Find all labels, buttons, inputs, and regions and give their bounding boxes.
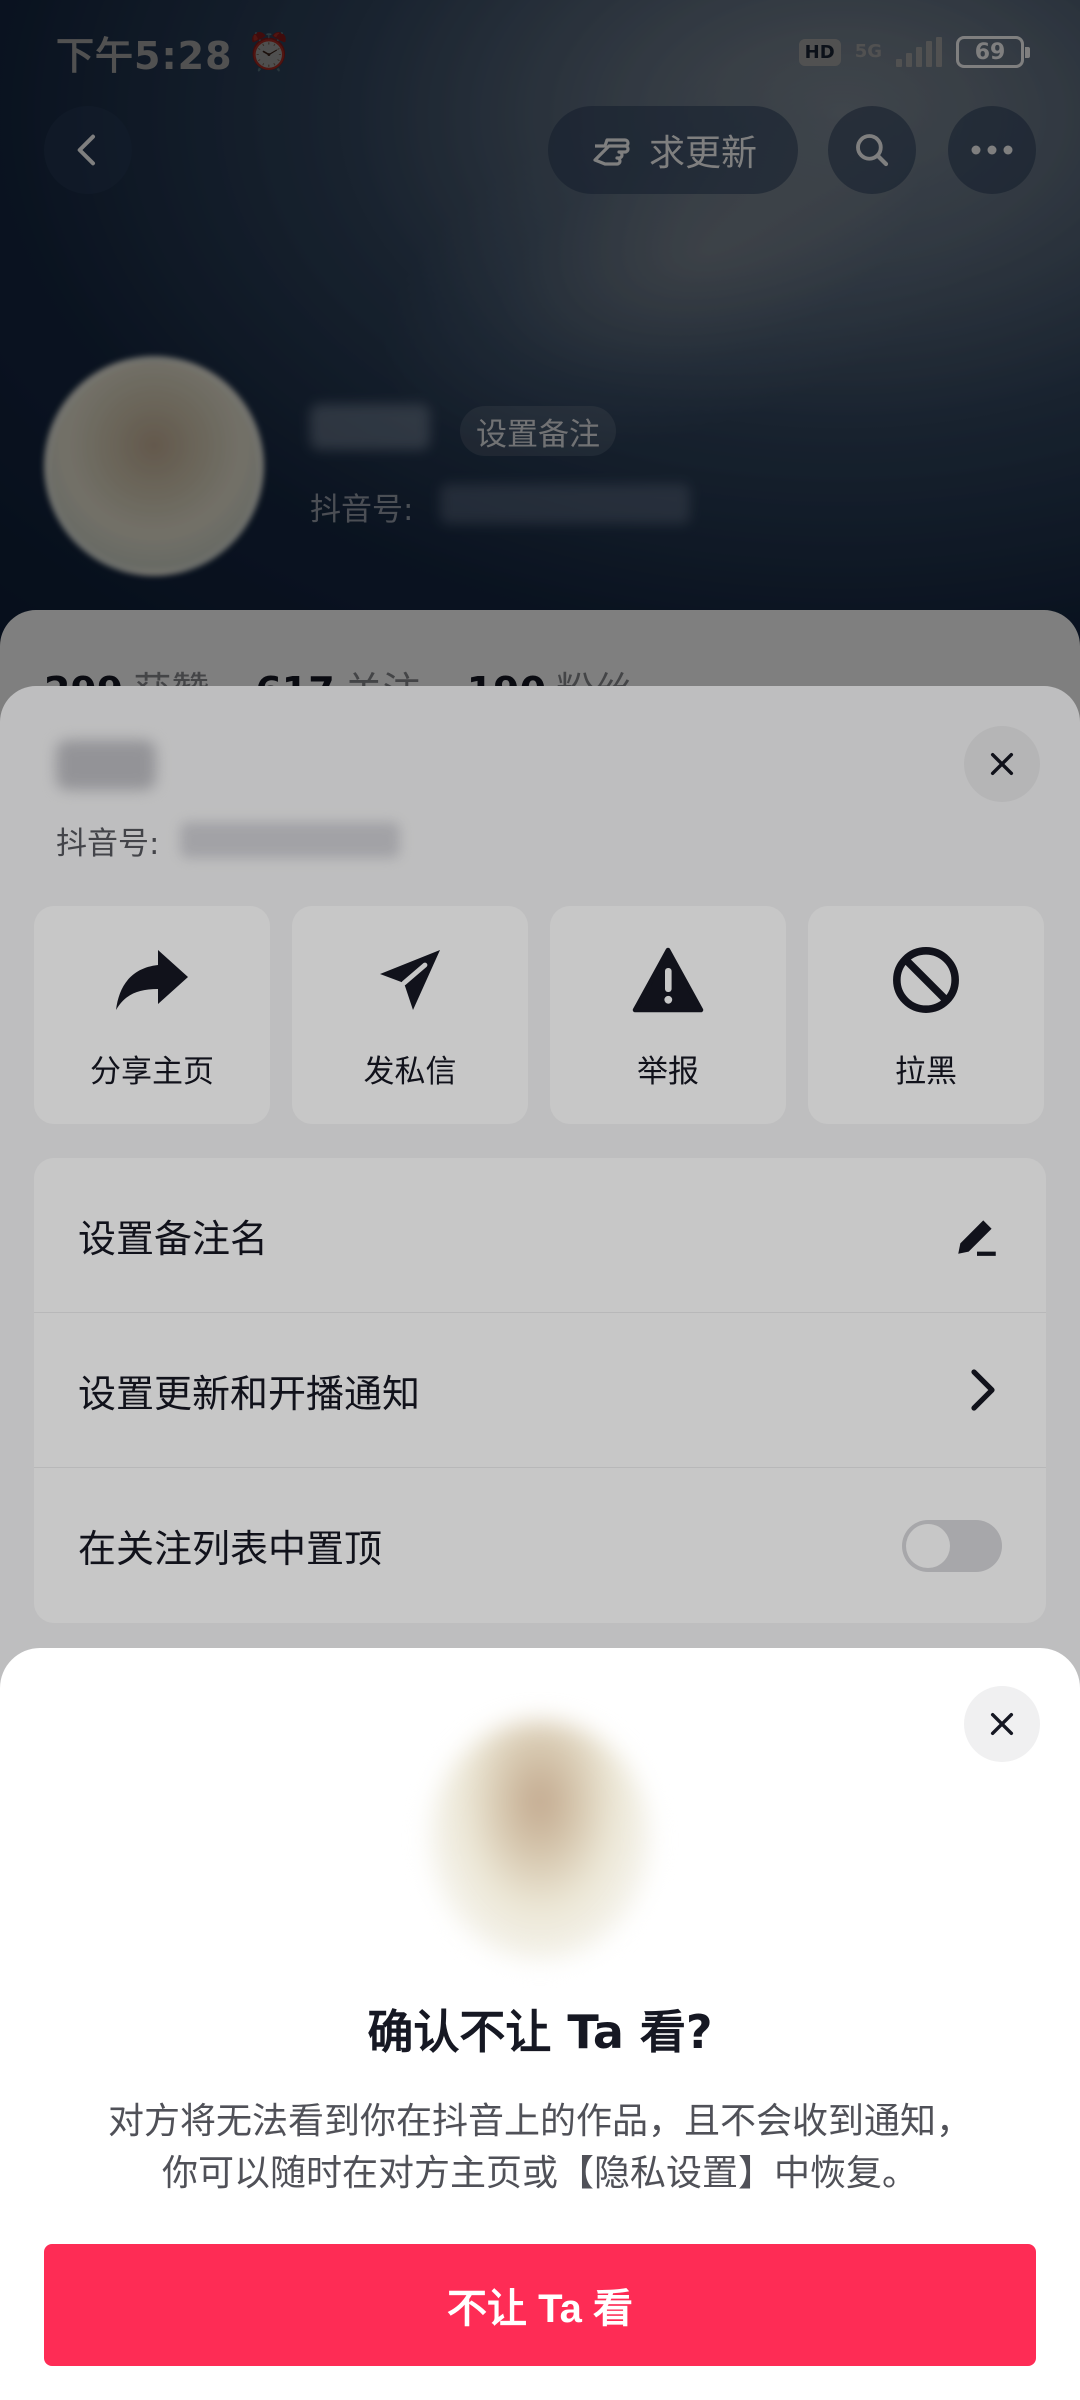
dialog-title: 确认不让 Ta 看? xyxy=(367,2005,713,2059)
confirm-hide-button[interactable]: 不让 Ta 看 xyxy=(44,2244,1036,2366)
dialog-description: 对方将无法看到你在抖音上的作品，且不会收到通知， 你可以随时在对方主页或【隐私设… xyxy=(60,2096,1020,2200)
dialog-avatar xyxy=(430,1720,650,1960)
close-icon xyxy=(990,1712,1014,1736)
dialog-description-line1: 对方将无法看到你在抖音上的作品，且不会收到通知， xyxy=(107,2101,972,2142)
dialog-description-line2: 你可以随时在对方主页或【隐私设置】中恢复。 xyxy=(161,2153,918,2194)
dialog-close-button[interactable] xyxy=(964,1686,1040,1762)
